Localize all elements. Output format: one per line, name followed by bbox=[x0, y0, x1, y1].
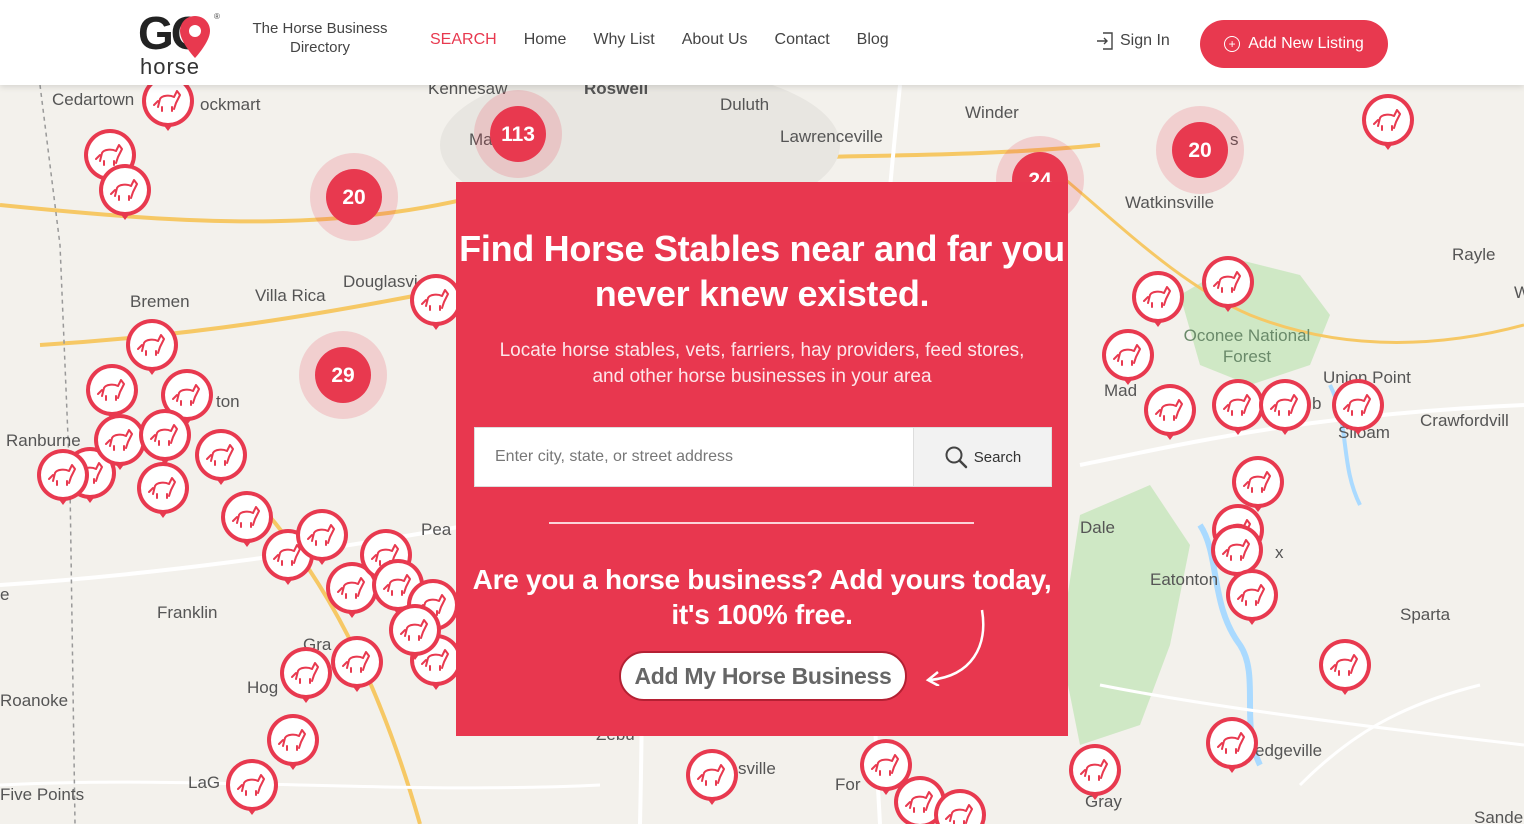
cluster-count: 20 bbox=[342, 186, 365, 209]
horse-map-marker[interactable] bbox=[1069, 744, 1121, 800]
curved-arrow-icon bbox=[925, 609, 985, 686]
horse-map-marker[interactable] bbox=[410, 274, 462, 330]
horse-map-marker[interactable] bbox=[99, 164, 151, 220]
brand-logo[interactable]: GO ® horse bbox=[138, 8, 222, 78]
cluster-count: 113 bbox=[501, 123, 535, 146]
horse-map-marker[interactable] bbox=[331, 636, 383, 692]
nav-about-us[interactable]: About Us bbox=[682, 31, 748, 49]
horse-map-marker[interactable] bbox=[267, 714, 319, 770]
sign-in-link[interactable]: Sign In bbox=[1096, 31, 1170, 51]
horse-map-marker[interactable] bbox=[1132, 271, 1184, 327]
search-button-label: Search bbox=[973, 448, 1022, 466]
search-button[interactable]: Search bbox=[913, 428, 1051, 486]
horse-map-marker[interactable] bbox=[1212, 379, 1264, 435]
add-new-listing-button[interactable]: + Add New Listing bbox=[1200, 20, 1388, 68]
site-header: GO ® horse The Horse Business Directory … bbox=[0, 0, 1524, 85]
site-tagline: The Horse Business Directory bbox=[252, 20, 388, 56]
nav-blog[interactable]: Blog bbox=[857, 31, 889, 49]
horse-map-marker[interactable] bbox=[1362, 94, 1414, 150]
hero-card: Find Horse Stables near and far you neve… bbox=[456, 182, 1068, 736]
horse-map-marker[interactable] bbox=[686, 749, 738, 805]
nav-why-list[interactable]: Why List bbox=[593, 31, 654, 49]
main-nav: SEARCH Home Why List About Us Contact Bl… bbox=[430, 31, 916, 49]
horse-map-marker[interactable] bbox=[142, 85, 194, 131]
horse-map-marker[interactable] bbox=[1226, 569, 1278, 625]
add-listing-label: Add New Listing bbox=[1248, 35, 1364, 52]
nav-contact[interactable]: Contact bbox=[775, 31, 830, 49]
horse-map-marker[interactable] bbox=[86, 364, 138, 420]
nav-home[interactable]: Home bbox=[524, 31, 567, 49]
horse-map-marker[interactable] bbox=[195, 429, 247, 485]
horse-map-marker[interactable] bbox=[1144, 384, 1196, 440]
horse-map-marker[interactable] bbox=[1259, 379, 1311, 435]
horse-map-marker[interactable] bbox=[137, 462, 189, 518]
magnifier-icon bbox=[945, 446, 967, 469]
cluster-count: 29 bbox=[331, 364, 354, 387]
nav-search[interactable]: SEARCH bbox=[430, 31, 497, 49]
horse-map-marker[interactable] bbox=[1232, 456, 1284, 512]
horse-map-marker[interactable] bbox=[280, 647, 332, 703]
sign-in-icon bbox=[1097, 32, 1113, 50]
cluster-marker[interactable]: 20 bbox=[1156, 106, 1244, 194]
cluster-marker[interactable]: 113 bbox=[474, 90, 562, 178]
cluster-marker[interactable]: 29 bbox=[299, 331, 387, 419]
cluster-count: 20 bbox=[1188, 139, 1211, 162]
hero-headline: Find Horse Stables near and far you neve… bbox=[459, 228, 1065, 314]
cluster-marker[interactable]: 20 bbox=[310, 153, 398, 241]
location-search-input[interactable] bbox=[475, 428, 913, 486]
horse-map-marker[interactable] bbox=[126, 319, 178, 375]
horse-map-marker[interactable] bbox=[139, 409, 191, 465]
logo-sub: horse bbox=[140, 54, 201, 79]
sign-in-label: Sign In bbox=[1120, 32, 1170, 49]
horse-map-marker[interactable] bbox=[1102, 329, 1154, 385]
horse-map-marker[interactable] bbox=[1206, 717, 1258, 773]
horse-map-marker[interactable] bbox=[221, 491, 273, 547]
horse-map-marker[interactable] bbox=[1319, 639, 1371, 695]
add-my-horse-business-button[interactable]: Add My Horse Business bbox=[619, 651, 907, 701]
horse-map-marker[interactable] bbox=[1202, 256, 1254, 312]
search-bar: Search bbox=[474, 427, 1052, 487]
card-divider bbox=[549, 522, 974, 524]
horse-map-marker[interactable] bbox=[226, 759, 278, 815]
hero-subtext: Locate horse stables, vets, farriers, ha… bbox=[499, 340, 1025, 387]
plus-circle-icon: + bbox=[1224, 36, 1241, 52]
registered-mark: ® bbox=[214, 12, 220, 21]
horse-map-marker[interactable] bbox=[1332, 379, 1384, 435]
